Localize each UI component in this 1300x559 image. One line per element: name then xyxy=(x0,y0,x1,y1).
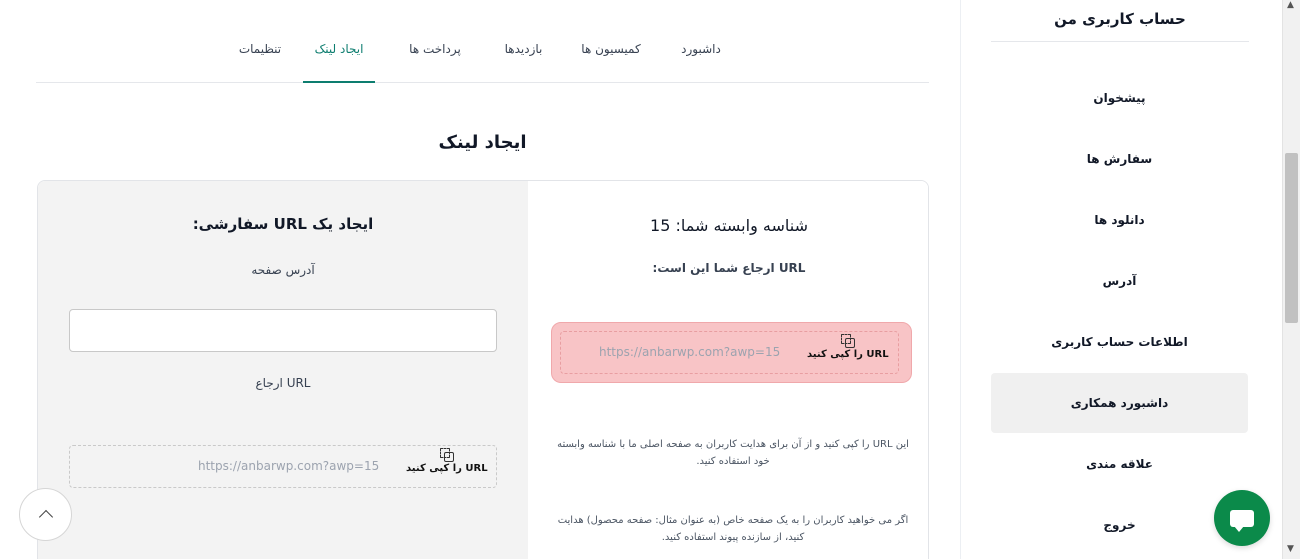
sidebar-item-downloads[interactable]: دانلود ها xyxy=(991,190,1248,250)
your-referral-url-label: URL ارجاع شما این است: xyxy=(652,261,806,275)
scroll-down-arrow-icon[interactable]: ▼ xyxy=(1287,544,1294,554)
referral-url-highlight: https://anbarwp.com?awp=15 URL را کپی کن… xyxy=(551,322,912,383)
copy-icon xyxy=(439,448,455,462)
back-to-top-button[interactable] xyxy=(19,488,72,541)
tab-commissions[interactable]: کمیسیون ها xyxy=(576,28,646,83)
custom-url-panel: ایجاد یک URL سفارشی: آدرس صفحه URL ارجاع… xyxy=(38,181,528,559)
referral-url-label: URL ارجاع xyxy=(255,376,311,390)
affiliate-tabs: داشبورد کمیسیون ها بازدیدها پرداخت ها ای… xyxy=(36,28,929,83)
link-generator-panel: ایجاد یک URL سفارشی: آدرس صفحه URL ارجاع… xyxy=(37,180,929,559)
tab-settings[interactable]: تنظیمات xyxy=(234,28,286,83)
copy-url-label: URL را کپی کنید xyxy=(807,349,889,360)
referral-url-text: https://anbarwp.com?awp=15 xyxy=(599,345,781,359)
sidebar-item-address[interactable]: آدرس xyxy=(991,251,1248,311)
copy-icon xyxy=(840,334,856,348)
sidebar-item-orders[interactable]: سفارش ها xyxy=(991,129,1248,189)
sidebar-item-account-details[interactable]: اطلاعات حساب کاربری xyxy=(991,312,1248,372)
chat-icon xyxy=(1230,509,1254,532)
copy-url-button[interactable]: URL را کپی کنید xyxy=(406,448,488,474)
page-scrollbar[interactable]: ▲ ▼ xyxy=(1282,0,1300,559)
scrollbar-thumb[interactable] xyxy=(1285,153,1298,323)
affiliate-id: شناسه وابسته شما: 15 xyxy=(650,216,808,235)
sidebar-item-affiliate-dashboard[interactable]: داشبورد همکاری xyxy=(991,373,1248,433)
sidebar-item-wishlist[interactable]: علاقه مندی xyxy=(991,434,1248,494)
tab-visits[interactable]: بازدیدها xyxy=(496,28,551,83)
sidebar-item-dashboard[interactable]: پیشخوان xyxy=(991,68,1248,128)
affiliate-info-panel: شناسه وابسته شما: 15 URL ارجاع شما این ا… xyxy=(528,181,928,559)
tab-payments[interactable]: پرداخت ها xyxy=(404,28,466,83)
page-address-input[interactable] xyxy=(69,309,497,352)
tab-dashboard[interactable]: داشبورد xyxy=(676,28,726,83)
tab-create-link[interactable]: ایجاد لینک xyxy=(303,28,375,83)
sidebar-title: حساب کاربری من xyxy=(1054,10,1186,28)
referral-url-box: https://anbarwp.com?awp=15 URL را کپی کن… xyxy=(560,331,899,374)
copy-referral-url-button[interactable]: URL را کپی کنید xyxy=(807,334,889,360)
copy-url-label: URL را کپی کنید xyxy=(406,463,488,474)
referral-note-link-builder: اگر می خواهید کاربران را به یک صفحه خاص … xyxy=(557,515,909,543)
generated-url-text: https://anbarwp.com?awp=15 xyxy=(198,459,380,473)
page-title: ایجاد لینک xyxy=(438,132,527,153)
custom-url-heading: ایجاد یک URL سفارشی: xyxy=(192,215,374,233)
page-address-label: آدرس صفحه xyxy=(251,263,315,277)
account-sidebar: حساب کاربری من پیشخوان سفارش ها دانلود ه… xyxy=(960,0,1280,559)
sidebar-item-logout[interactable]: خروج xyxy=(991,495,1248,555)
chat-button[interactable] xyxy=(1214,490,1270,546)
scroll-up-arrow-icon[interactable]: ▲ xyxy=(1287,0,1294,10)
generated-url-box: https://anbarwp.com?awp=15 URL را کپی کن… xyxy=(69,445,497,488)
chevron-up-icon xyxy=(38,509,53,525)
referral-note-home: این URL را کپی کنید و از آن برای هدایت ک… xyxy=(557,439,909,467)
sidebar-divider xyxy=(991,41,1249,42)
